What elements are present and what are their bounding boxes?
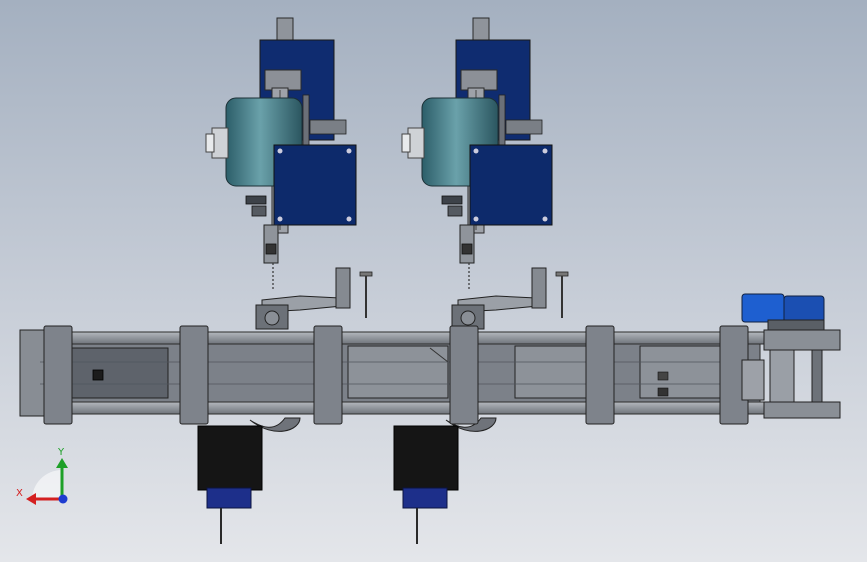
axis-triad: Y X bbox=[16, 447, 68, 505]
assembly-drawing: Y X bbox=[16, 17, 841, 544]
control-cabinet bbox=[71, 347, 169, 399]
actuator-1 bbox=[197, 425, 263, 544]
station-2-motor-box bbox=[469, 144, 553, 226]
station-1-motor-box bbox=[273, 144, 357, 226]
y-axis-label: Y bbox=[57, 447, 65, 458]
station-1 bbox=[205, 17, 373, 330]
actuator-2 bbox=[393, 425, 459, 544]
station-2 bbox=[401, 17, 569, 330]
cad-viewport[interactable]: Y X bbox=[0, 0, 867, 562]
z-axis-dot bbox=[58, 494, 68, 504]
gearmotor bbox=[741, 293, 785, 323]
y-axis-head bbox=[56, 458, 68, 468]
x-axis-head bbox=[26, 493, 36, 505]
x-axis-label: X bbox=[16, 488, 23, 499]
conveyor-frame bbox=[19, 329, 765, 417]
